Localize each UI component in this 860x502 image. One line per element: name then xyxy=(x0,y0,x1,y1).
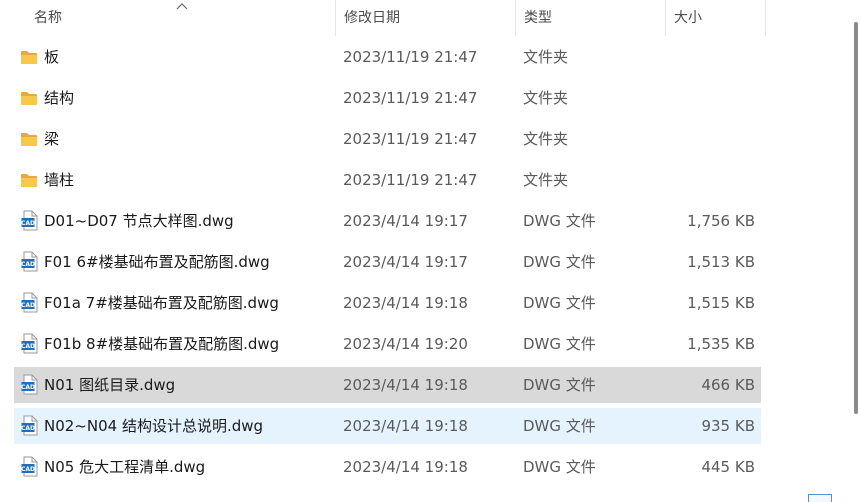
file-name: 结构 xyxy=(44,89,75,107)
file-row[interactable]: CAD F01b 8#楼基础布置及配筋图.dwg 2023/4/14 19:20 DW… xyxy=(14,326,761,362)
file-type: 文件夹 xyxy=(523,48,569,66)
file-type: 文件夹 xyxy=(523,130,569,148)
file-size: 1,756 KB xyxy=(687,212,755,230)
dwg-icon-label: CAD xyxy=(21,302,35,309)
file-row[interactable]: CAD N05 危大工程清单.dwg 2023/4/14 19:18 DWG 文件 44… xyxy=(14,449,761,485)
dwg-icon-label: CAD xyxy=(21,466,35,473)
file-name: F01b 8#楼基础布置及配筋图.dwg xyxy=(44,335,280,353)
dwg-file-icon: CAD xyxy=(21,292,38,313)
file-date-modified: 2023/11/19 21:47 xyxy=(343,171,478,189)
vertical-scrollbar[interactable] xyxy=(852,0,860,501)
file-name: N01 图纸目录.dwg xyxy=(44,376,176,394)
file-date-modified: 2023/4/14 19:18 xyxy=(343,376,468,394)
file-date-modified: 2023/4/14 19:18 xyxy=(343,294,468,312)
file-name: N05 危大工程清单.dwg xyxy=(44,458,206,476)
dwg-icon-label: CAD xyxy=(21,425,35,432)
dwg-file-icon: CAD xyxy=(21,333,38,354)
folder-row[interactable]: 板 2023/11/19 21:47 文件夹 xyxy=(14,39,761,75)
column-header-date-modified[interactable]: 修改日期 xyxy=(336,0,516,36)
column-header-type[interactable]: 类型 xyxy=(516,0,666,36)
dwg-file-icon: CAD xyxy=(21,456,38,477)
column-header-name[interactable]: 名称 xyxy=(26,0,336,36)
dwg-icon-label: CAD xyxy=(21,220,35,227)
file-type: DWG 文件 xyxy=(523,212,596,230)
file-size: 1,515 KB xyxy=(687,294,755,312)
file-date-modified: 2023/4/14 19:17 xyxy=(343,212,468,230)
file-type: 文件夹 xyxy=(523,171,569,189)
file-name: 梁 xyxy=(44,130,60,148)
file-size: 1,535 KB xyxy=(687,335,755,353)
file-date-modified: 2023/11/19 21:47 xyxy=(343,89,478,107)
file-name: F01a 7#楼基础布置及配筋图.dwg xyxy=(44,294,279,312)
file-type: DWG 文件 xyxy=(523,417,596,435)
folder-row[interactable]: 梁 2023/11/19 21:47 文件夹 xyxy=(14,121,761,157)
file-name: D01~D07 节点大样图.dwg xyxy=(44,212,234,230)
file-size: 466 KB xyxy=(701,376,755,394)
file-date-modified: 2023/11/19 21:47 xyxy=(343,48,478,66)
folder-icon xyxy=(21,92,37,105)
file-row[interactable]: CAD N01 图纸目录.dwg 2023/4/14 19:18 DWG 文件 466 … xyxy=(14,367,761,403)
file-date-modified: 2023/4/14 19:17 xyxy=(343,253,468,271)
file-type: DWG 文件 xyxy=(523,294,596,312)
file-row[interactable]: CAD F01a 7#楼基础布置及配筋图.dwg 2023/4/14 19:18 DW… xyxy=(14,285,761,321)
folder-row[interactable]: 结构 2023/11/19 21:47 文件夹 xyxy=(14,80,761,116)
column-header-bar: 名称 修改日期 类型 大小 xyxy=(0,0,850,36)
file-row[interactable]: CAD D01~D07 节点大样图.dwg 2023/4/14 19:17 DWG 文… xyxy=(14,203,761,239)
file-type: DWG 文件 xyxy=(523,253,596,271)
folder-row[interactable]: 墙柱 2023/11/19 21:47 文件夹 xyxy=(14,162,761,198)
file-type: DWG 文件 xyxy=(523,335,596,353)
column-header-size[interactable]: 大小 xyxy=(666,0,766,36)
file-size: 445 KB xyxy=(701,458,755,476)
dwg-icon-label: CAD xyxy=(21,261,35,268)
folder-icon xyxy=(21,51,37,64)
file-name: F01 6#楼基础布置及配筋图.dwg xyxy=(44,253,270,271)
dwg-file-icon: CAD xyxy=(21,210,38,231)
dwg-icon-label: CAD xyxy=(21,343,35,350)
file-type: 文件夹 xyxy=(523,89,569,107)
file-date-modified: 2023/4/14 19:20 xyxy=(343,335,468,353)
file-size: 935 KB xyxy=(701,417,755,435)
file-name: 板 xyxy=(44,48,60,66)
file-date-modified: 2023/11/19 21:47 xyxy=(343,130,478,148)
folder-icon xyxy=(21,174,37,187)
file-name: 墙柱 xyxy=(44,171,75,189)
file-size: 1,513 KB xyxy=(687,253,755,271)
file-type: DWG 文件 xyxy=(523,376,596,394)
file-date-modified: 2023/4/14 19:18 xyxy=(343,417,468,435)
dwg-file-icon: CAD xyxy=(21,374,38,395)
file-row[interactable]: CAD F01 6#楼基础布置及配筋图.dwg 2023/4/14 19:17 DWG… xyxy=(14,244,761,280)
dwg-file-icon: CAD xyxy=(21,251,38,272)
file-name: N02~N04 结构设计总说明.dwg xyxy=(44,417,264,435)
folder-icon xyxy=(21,133,37,146)
scrollbar-thumb[interactable] xyxy=(854,22,858,414)
file-type: DWG 文件 xyxy=(523,458,596,476)
file-date-modified: 2023/4/14 19:18 xyxy=(343,458,468,476)
dwg-icon-label: CAD xyxy=(21,384,35,391)
dwg-file-icon: CAD xyxy=(21,415,38,436)
file-row[interactable]: CAD N02~N04 结构设计总说明.dwg 2023/4/14 19:18 DWG… xyxy=(14,408,761,444)
